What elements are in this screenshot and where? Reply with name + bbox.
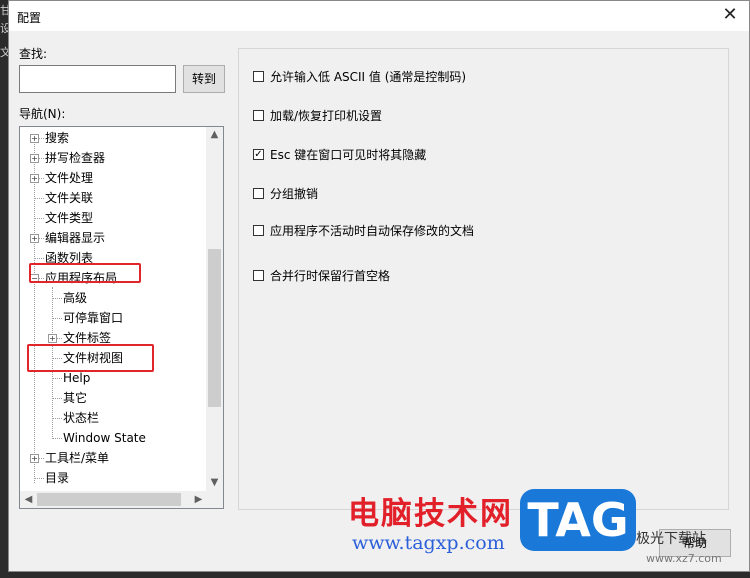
scroll-down-icon[interactable]: ▼	[206, 477, 223, 488]
goto-button[interactable]: 转到	[183, 65, 225, 93]
watermark-site-url: www.xz7.com	[646, 552, 722, 565]
expand-icon[interactable]: +	[30, 154, 39, 163]
scrollbar-corner	[206, 491, 223, 508]
annotation-box	[29, 263, 141, 283]
option-label: 允许输入低 ASCII 值 (通常是控制码)	[270, 70, 467, 84]
tree-item[interactable]: Window State	[63, 429, 146, 447]
navigation-tree: + 搜索 + 拼写检查器 + 文件处理 文件关联 文件类型 + 编辑器显示 函数列表 − 应用程序布局高…	[19, 126, 224, 509]
checkbox[interactable]	[253, 225, 264, 236]
tree-item[interactable]: 文件处理	[45, 169, 93, 187]
vertical-scrollbar[interactable]: ▲ ▼	[206, 127, 223, 491]
tree-line	[52, 318, 62, 319]
option-label: 加载/恢复打印机设置	[270, 109, 383, 123]
expand-icon[interactable]: +	[48, 334, 57, 343]
scroll-left-icon[interactable]: ◀	[20, 494, 37, 505]
option-label: 分组撤销	[270, 187, 319, 201]
expand-icon[interactable]: +	[30, 234, 39, 243]
tree-item[interactable]: 状态栏	[63, 409, 99, 427]
scroll-thumb[interactable]	[37, 493, 181, 506]
tree-content: + 搜索 + 拼写检查器 + 文件处理 文件关联 文件类型 + 编辑器显示 函数列表 − 应用程序布局高…	[20, 127, 207, 491]
watermark-site: 极光下载站	[636, 531, 706, 547]
tree-item[interactable]: 工具栏/菜单	[45, 449, 109, 467]
option-label: 合并行时保留行首空格	[270, 269, 391, 283]
tree-line	[52, 438, 62, 439]
tree-line	[34, 258, 44, 259]
tree-item[interactable]: 高级	[63, 289, 87, 307]
tree-item[interactable]: 搜索	[45, 129, 69, 147]
expand-icon[interactable]: +	[30, 174, 39, 183]
tree-item[interactable]: 可停靠窗口	[63, 309, 123, 327]
checkbox[interactable]	[253, 71, 264, 82]
tree-item[interactable]: 文件关联	[45, 189, 93, 207]
search-label: 查找:	[19, 47, 48, 61]
checkbox[interactable]: ✓	[253, 149, 264, 160]
dialog-title: 配置	[17, 11, 42, 25]
watermark-title: 电脑技术网	[348, 496, 513, 532]
horizontal-scrollbar[interactable]: ◀ ▶	[20, 491, 207, 508]
watermark-logo: TAG	[520, 489, 636, 551]
tree-line	[34, 198, 44, 199]
tree-item[interactable]: 其它	[63, 389, 87, 407]
tree-line	[34, 139, 35, 483]
tree-item[interactable]: 编辑器显示	[45, 229, 105, 247]
watermark-url: www.tagxp.com	[352, 532, 505, 554]
navigation-label: 导航(N):	[19, 107, 66, 121]
scroll-up-icon[interactable]: ▲	[206, 129, 223, 140]
expand-icon[interactable]: +	[30, 134, 39, 143]
expand-icon[interactable]: +	[30, 454, 39, 463]
search-input[interactable]	[19, 65, 176, 93]
tree-line	[34, 478, 44, 479]
config-dialog: 配置 ✕ 查找: 转到 导航(N): + 搜索 + 拼写检查器 + 文件处理文件关联文件类…	[8, 0, 750, 572]
tree-item[interactable]: 拼写检查器	[45, 149, 105, 167]
tree-line	[52, 418, 62, 419]
dialog-titlebar: 配置 ✕	[9, 1, 749, 31]
annotation-box	[27, 344, 154, 372]
tree-line	[52, 378, 62, 379]
checkbox[interactable]	[253, 110, 264, 121]
tree-line	[52, 298, 62, 299]
options-panel: 允许输入低 ASCII 值 (通常是控制码) 加载/恢复打印机设置 ✓ Esc 键在窗…	[238, 48, 729, 510]
option-label: 应用程序不活动时自动保存修改的文档	[270, 224, 475, 238]
tree-item[interactable]: 文件类型	[45, 209, 93, 227]
tree-item[interactable]: 目录	[45, 469, 69, 487]
tree-line	[52, 398, 62, 399]
tree-line	[34, 218, 44, 219]
scroll-right-icon[interactable]: ▶	[190, 494, 207, 505]
option-label: Esc 键在窗口可见时将其隐藏	[270, 148, 427, 162]
scroll-thumb[interactable]	[208, 249, 221, 407]
close-icon[interactable]: ✕	[717, 4, 743, 28]
checkbox[interactable]	[253, 188, 264, 199]
checkbox[interactable]	[253, 270, 264, 281]
